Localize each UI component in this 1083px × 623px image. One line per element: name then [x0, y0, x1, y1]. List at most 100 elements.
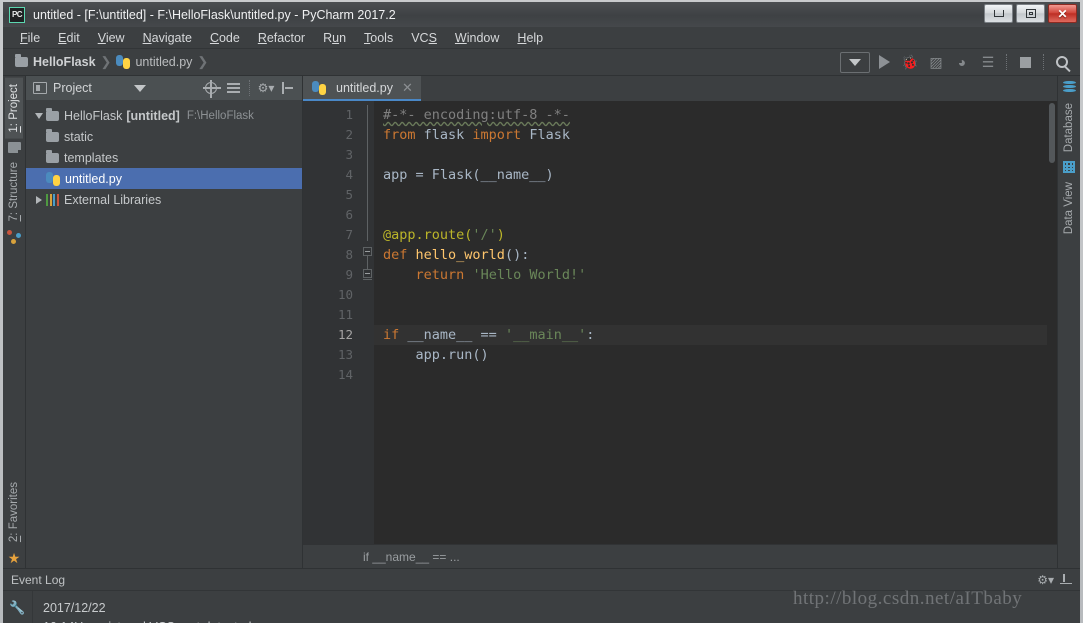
sidebar-tab-favorites[interactable]: 2: Favorites	[5, 476, 23, 548]
identifier-token: :	[586, 327, 595, 343]
editor-scrollbar[interactable]	[1047, 101, 1057, 544]
workspace: 1: Project 7: Structure 2: Favorites ★ P…	[3, 76, 1080, 568]
chevron-down-icon	[35, 112, 43, 119]
run-configurations-dropdown[interactable]	[840, 51, 870, 73]
line-number: 8	[345, 247, 353, 262]
line-number: 4	[345, 167, 353, 182]
coverage-icon: ▨	[929, 54, 943, 70]
tab-label: untitled.py	[336, 80, 393, 95]
hide-panel-button[interactable]	[278, 78, 298, 98]
search-everywhere-button[interactable]	[1050, 52, 1074, 73]
tree-item-helloflask[interactable]: HelloFlask [untitled] F:\HelloFlask	[26, 105, 302, 126]
restore-button[interactable]	[1016, 4, 1045, 23]
tree-item-external-libraries[interactable]: External Libraries	[26, 189, 302, 210]
run-coverage-button[interactable]: ▨	[924, 52, 948, 73]
menu-window[interactable]: Window	[446, 29, 508, 47]
project-view-icon	[33, 82, 47, 94]
vcs-icon-button[interactable]: 🔧	[8, 597, 28, 617]
menu-file[interactable]: File	[11, 29, 49, 47]
chevron-down-icon	[849, 58, 861, 66]
data-view-icon	[1063, 161, 1075, 174]
code-line-7: @app.route('/')	[374, 225, 1057, 245]
expand-toggle[interactable]	[32, 112, 46, 119]
code-area[interactable]: #-*- encoding:utf-8 -*- from flask impor…	[374, 101, 1057, 544]
menu-edit[interactable]: Edit	[49, 29, 89, 47]
right-tool-rail: Database Data View	[1057, 76, 1080, 568]
code-line-9: return 'Hello World!'	[374, 265, 1057, 285]
tree-item-templates[interactable]: templates	[26, 147, 302, 168]
menu-code[interactable]: Code	[201, 29, 249, 47]
tree-item-static[interactable]: static	[26, 126, 302, 147]
menu-help[interactable]: Help	[508, 29, 552, 47]
scrollbar-thumb[interactable]	[1049, 103, 1055, 163]
event-log-tools: ⚙▾	[1037, 573, 1074, 586]
tree-item-suffix: [untitled]	[126, 108, 180, 123]
folder-icon	[46, 128, 59, 142]
run-with-console-button[interactable]: ☰	[976, 52, 1000, 73]
fold-guide	[367, 256, 368, 270]
toolbar-separator	[1006, 54, 1007, 70]
collapse-icon	[226, 82, 240, 94]
code-line-4: app = Flask(__name__)	[374, 165, 1057, 185]
fold-toggle-icon[interactable]	[363, 269, 372, 278]
expand-toggle[interactable]	[32, 195, 46, 204]
close-icon[interactable]: ✕	[402, 80, 413, 96]
menu-run[interactable]: Run	[314, 29, 355, 47]
menu-navigate[interactable]: Navigate	[134, 29, 201, 47]
tab-untitled-py[interactable]: untitled.py ✕	[303, 76, 421, 101]
menu-bar: File Edit View Navigate Code Refactor Ru…	[3, 27, 1080, 49]
sidebar-tab-project[interactable]: 1: Project	[5, 78, 23, 139]
run-button[interactable]	[872, 52, 896, 73]
menu-vcs[interactable]: VCS	[402, 29, 446, 47]
chevron-right-icon	[36, 195, 42, 204]
restore-icon	[1025, 9, 1036, 18]
menu-view[interactable]: View	[89, 29, 134, 47]
title-bar: PC untitled - [F:\untitled] - F:\HelloFl…	[3, 2, 1080, 27]
identifier-token: __name__ ==	[399, 327, 505, 343]
menu-refactor[interactable]: Refactor	[249, 29, 314, 47]
fold-guide	[367, 105, 368, 241]
project-panel-title: Project	[53, 81, 92, 95]
breadcrumb-project[interactable]: HelloFlask	[15, 54, 96, 69]
debug-button[interactable]: 🐞	[898, 52, 922, 73]
tree-item-untitled-py[interactable]: untitled.py	[26, 168, 302, 189]
pycharm-logo-icon: PC	[9, 6, 25, 23]
sidebar-tab-structure[interactable]: 7: Structure	[5, 156, 23, 227]
target-icon	[203, 80, 221, 98]
line-number: 9	[345, 267, 353, 282]
profile-button[interactable]: ◕	[950, 52, 974, 73]
identifier-token	[407, 247, 415, 263]
code-folding-gutter[interactable]	[361, 101, 374, 544]
editor-body[interactable]: 1 2 3 4 5 6 7 8 9 10 11 12 13 14 #-*- en…	[303, 101, 1057, 544]
breadcrumb-file-label: untitled.py	[135, 55, 193, 69]
python-file-icon	[116, 55, 131, 69]
breadcrumb-separator-2: ❯	[197, 54, 209, 69]
menu-tools[interactable]: Tools	[355, 29, 402, 47]
sidebar-tab-database[interactable]: Database	[1060, 97, 1078, 158]
wrench-icon: 🔧	[9, 599, 26, 615]
pycharm-window: PC untitled - [F:\untitled] - F:\HelloFl…	[0, 0, 1083, 623]
hide-icon[interactable]	[1060, 573, 1074, 586]
decorator-token: )	[496, 227, 505, 243]
project-settings-button[interactable]: ⚙▾	[256, 78, 276, 98]
collapse-all-button[interactable]	[223, 78, 243, 98]
star-icon: ★	[7, 550, 21, 566]
minimize-button[interactable]	[984, 4, 1013, 23]
stop-button[interactable]	[1013, 52, 1037, 73]
line-number: 5	[345, 187, 353, 202]
string-token: '__main__'	[504, 327, 587, 343]
gear-icon[interactable]: ⚙▾	[1037, 574, 1054, 586]
breadcrumb-file[interactable]: untitled.py	[116, 55, 192, 69]
sidebar-tab-data-view[interactable]: Data View	[1060, 176, 1078, 240]
line-number: 11	[337, 307, 353, 322]
chevron-down-icon[interactable]	[133, 84, 146, 92]
line-number: 14	[337, 367, 353, 382]
project-panel-tools: ⚙▾	[201, 78, 298, 98]
close-button[interactable]: ✕	[1048, 4, 1077, 23]
fold-toggle-icon[interactable]	[363, 247, 372, 256]
folder-icon	[15, 54, 28, 67]
database-icon	[1062, 81, 1076, 94]
line-number: 13	[337, 347, 353, 362]
scroll-from-source-button[interactable]	[201, 78, 221, 98]
